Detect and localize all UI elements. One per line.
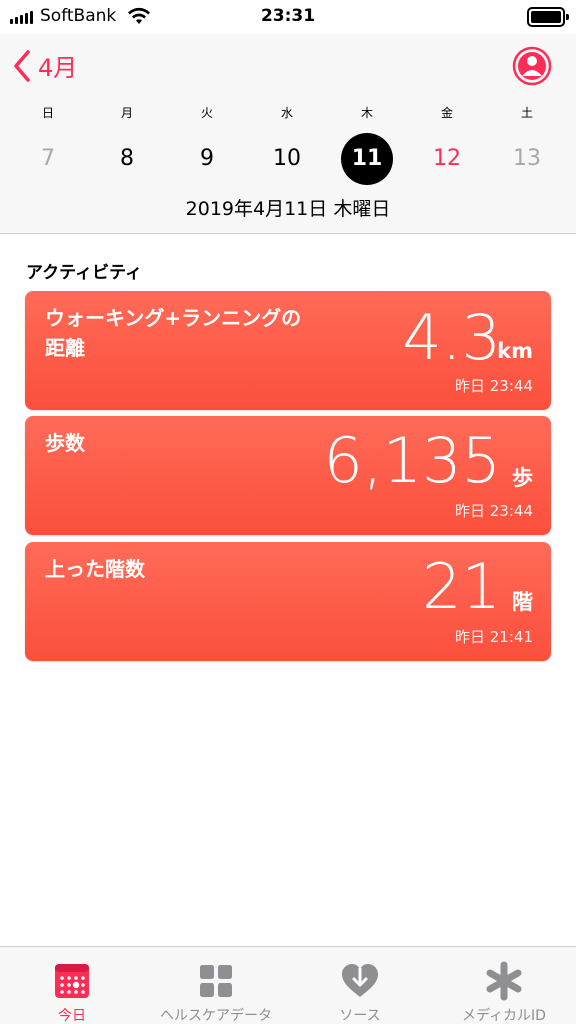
weekday-label: 水	[280, 106, 293, 120]
card-value: 21	[422, 550, 501, 623]
status-bar: SoftBank 23:31	[0, 0, 576, 34]
tab-health-data[interactable]: ヘルスケアデータ	[144, 947, 288, 1024]
date-13[interactable]: 13	[499, 131, 555, 187]
calendar-header: 4月 日 月 火 水 木 金 土 7 8 9 10 11 12 13 2019年…	[0, 34, 576, 234]
card-value: 4.3	[402, 301, 501, 374]
tab-label: ヘルスケアデータ	[160, 1008, 272, 1024]
weekday-label: 火	[200, 106, 213, 120]
card-timestamp: 昨日 21:41	[455, 628, 533, 646]
chevron-left-icon	[14, 49, 30, 82]
heart-arrow-icon	[342, 964, 378, 997]
card-unit: 階	[512, 590, 533, 614]
steps-card[interactable]: 歩数 6,135 歩 昨日 23:44	[25, 416, 551, 535]
tab-label: 今日	[58, 1008, 86, 1024]
grid-icon	[200, 965, 232, 997]
card-title-line: 歩数	[45, 431, 85, 455]
weekday-label: 月	[120, 106, 133, 120]
date-7[interactable]: 7	[20, 131, 76, 187]
date-10[interactable]: 10	[259, 131, 315, 187]
card-timestamp: 昨日 23:44	[455, 377, 533, 395]
selected-date-label: 2019年4月11日 木曜日	[185, 198, 391, 220]
card-title: 上った階数	[45, 554, 145, 584]
card-title: ウォーキング+ランニングの 距離	[45, 303, 301, 363]
tab-sources[interactable]: ソース	[288, 947, 432, 1024]
weekday-row: 日 月 火 水 木 金 土	[0, 104, 576, 124]
card-title: 歩数	[45, 428, 85, 458]
tab-today[interactable]: 今日	[0, 947, 144, 1024]
status-time: 23:31	[260, 6, 316, 26]
walking-running-distance-card[interactable]: ウォーキング+ランニングの 距離 4.3 km 昨日 23:44	[25, 291, 551, 410]
date-8[interactable]: 8	[99, 131, 155, 187]
battery-icon	[527, 7, 569, 27]
back-label: 4月	[38, 54, 78, 82]
calendar-icon	[55, 964, 89, 998]
card-title-line: ウォーキング+ランニングの	[45, 306, 302, 330]
tab-bar: 今日 ヘルスケアデータ ソース メディカルID	[0, 946, 576, 1024]
section-title-activity: アクティビティ	[26, 263, 143, 283]
date-row: 7 8 9 10 11 12 13	[0, 131, 576, 187]
card-title-line: 距離	[45, 336, 85, 360]
card-unit: 歩	[512, 466, 533, 490]
weekday-label: 金	[440, 106, 453, 120]
asterisk-icon	[486, 961, 522, 1001]
card-value: 6,135	[323, 424, 502, 497]
date-11-selected[interactable]: 11	[341, 133, 393, 185]
weekday-label: 土	[520, 106, 533, 120]
weekday-label: 木	[360, 106, 373, 120]
profile-icon[interactable]	[512, 46, 552, 86]
tab-medical-id[interactable]: メディカルID	[432, 947, 576, 1024]
card-title-line: 上った階数	[45, 557, 145, 581]
date-9[interactable]: 9	[179, 131, 235, 187]
tab-label: ソース	[339, 1008, 381, 1024]
card-timestamp: 昨日 23:44	[455, 502, 533, 520]
date-12[interactable]: 12	[419, 131, 475, 187]
card-unit: km	[497, 339, 533, 363]
weekday-label: 日	[41, 106, 54, 120]
back-button[interactable]: 4月	[12, 48, 77, 83]
flights-climbed-card[interactable]: 上った階数 21 階 昨日 21:41	[25, 542, 551, 661]
tab-label: メディカルID	[462, 1008, 546, 1024]
